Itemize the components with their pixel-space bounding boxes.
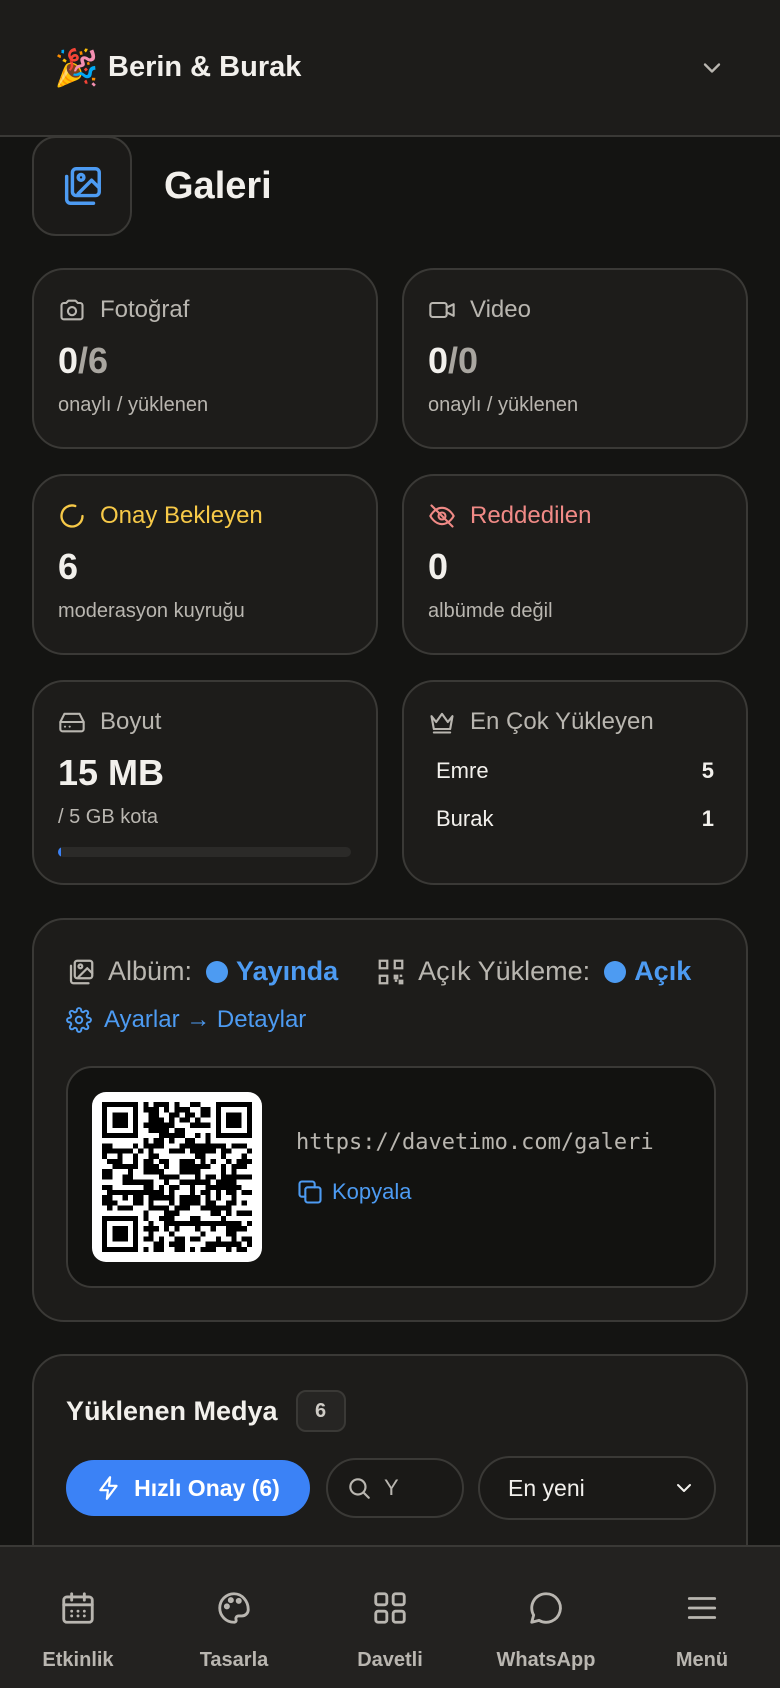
video-label: Video xyxy=(470,296,531,323)
eye-off-icon xyxy=(429,504,455,528)
nav-item-whatsapp[interactable]: WhatsApp xyxy=(468,1547,624,1688)
nav-label: Etkinlik xyxy=(42,1649,114,1671)
camera-icon xyxy=(60,299,84,321)
search-input[interactable] xyxy=(384,1475,444,1501)
pending-label: Onay Bekleyen xyxy=(100,502,263,529)
nav-label: Menü xyxy=(675,1649,729,1671)
gallery-icon xyxy=(69,959,94,984)
qr-code-image xyxy=(102,1102,252,1252)
uploader-row: Emre 5 xyxy=(436,758,714,783)
nav-item-tasarla[interactable]: Tasarla xyxy=(156,1547,312,1688)
video-camera-icon xyxy=(429,301,455,319)
hamburger-menu-icon xyxy=(687,1597,717,1619)
size-value: 15 MB xyxy=(58,752,165,793)
nav-item-etkinlik[interactable]: Etkinlik xyxy=(0,1547,156,1688)
rejected-count: 0 xyxy=(428,546,449,587)
page-title: Galeri xyxy=(164,164,272,207)
gallery-icon xyxy=(32,136,132,236)
size-quota: / 5 GB kota xyxy=(58,806,159,828)
open-upload-toggle[interactable]: Açık xyxy=(634,956,691,987)
album-status-toggle[interactable]: Yayında xyxy=(236,956,338,987)
nav-item-menu[interactable]: Menü xyxy=(624,1547,780,1688)
calendar-icon xyxy=(62,1592,94,1624)
nav-label: Davetli xyxy=(357,1649,423,1671)
album-status-dot xyxy=(206,960,229,983)
top-uploaders-card: En Çok Yükleyen Emre 5 Burak 1 xyxy=(402,680,748,885)
nav-label: WhatsApp xyxy=(496,1649,596,1671)
photo-sub: onaylı / yüklenen xyxy=(58,394,209,416)
top-uploaders-label: En Çok Yükleyen xyxy=(470,708,654,735)
album-card: Albüm: Yayında Açık Yükleme: Açık Ayarla… xyxy=(32,918,748,1322)
chevron-down-icon[interactable] xyxy=(698,54,726,82)
rejected-sub: albümde değil xyxy=(428,600,553,622)
copy-label: Kopyala xyxy=(332,1179,412,1204)
rejected-stat-card: Reddedilen 0 albümde değil xyxy=(402,474,748,655)
size-stat-card: Boyut 15 MB / 5 GB kota xyxy=(32,680,378,885)
album-status-line: Albüm: Yayında Açık Yükleme: Açık xyxy=(66,956,691,987)
photo-stat-card: Fotoğraf 0/6 onaylı / yüklenen xyxy=(32,268,378,449)
crown-icon xyxy=(430,712,454,734)
palette-icon xyxy=(218,1592,250,1624)
copy-icon xyxy=(298,1180,322,1204)
page-header: Galeri xyxy=(32,136,272,236)
nav-item-davetli[interactable]: Davetli xyxy=(312,1547,468,1688)
event-selector[interactable]: 🎉 Berin & Burak xyxy=(0,0,780,137)
qr-code[interactable] xyxy=(92,1092,262,1262)
media-count-badge: 6 xyxy=(295,1390,346,1432)
lightning-icon xyxy=(99,1476,118,1500)
video-count: 0/0 xyxy=(428,340,479,381)
quota-progress-bar xyxy=(58,847,351,857)
video-stat-card: Video 0/0 onaylı / yüklenen xyxy=(402,268,748,449)
event-name: Berin & Burak xyxy=(108,51,302,83)
hard-drive-icon xyxy=(59,712,85,733)
size-label: Boyut xyxy=(100,708,162,735)
fast-approve-label: Hızlı Onay (6) xyxy=(134,1474,280,1501)
party-popper-icon: 🎉 xyxy=(54,46,99,88)
album-label: Albüm: xyxy=(108,956,193,986)
qr-code-icon xyxy=(378,959,404,984)
sort-select[interactable]: En yeni xyxy=(478,1456,716,1520)
search-field[interactable] xyxy=(326,1458,464,1518)
pending-sub: moderasyon kuyruğu xyxy=(58,600,245,622)
nav-label: Tasarla xyxy=(199,1649,269,1671)
share-box: https://davetimo.com/galeri Kopyala xyxy=(66,1066,716,1288)
search-icon xyxy=(349,1478,370,1499)
photo-label: Fotoğraf xyxy=(100,296,190,323)
quota-progress-fill xyxy=(58,847,61,857)
pending-count: 6 xyxy=(58,546,79,587)
copy-button[interactable]: Kopyala xyxy=(296,1178,412,1206)
chat-bubble-icon xyxy=(530,1592,562,1624)
sort-selected-value: En yeni xyxy=(508,1474,585,1501)
loading-spinner-icon xyxy=(60,504,84,528)
share-url: https://davetimo.com/galeri xyxy=(296,1130,654,1155)
bottom-navigation: Etkinlik Tasarla Davetli WhatsApp Menü xyxy=(0,1545,780,1688)
settings-link-label: Ayarlar → Detaylar xyxy=(104,1006,307,1033)
open-upload-label: Açık Yükleme: xyxy=(418,956,591,986)
video-sub: onaylı / yüklenen xyxy=(428,394,579,416)
settings-link[interactable]: Ayarlar → Detaylar xyxy=(66,1006,306,1034)
open-upload-dot xyxy=(604,960,627,983)
photo-count: 0/6 xyxy=(58,340,109,381)
gear-icon xyxy=(66,1007,92,1033)
rejected-label: Reddedilen xyxy=(470,502,592,529)
fast-approve-button[interactable]: Hızlı Onay (6) xyxy=(66,1460,310,1516)
chevron-down-icon xyxy=(677,1484,691,1492)
media-title: Yüklenen Medya xyxy=(66,1395,278,1426)
uploader-row: Burak 1 xyxy=(436,806,714,831)
grid-icon xyxy=(374,1592,406,1624)
pending-stat-card: Onay Bekleyen 6 moderasyon kuyruğu xyxy=(32,474,378,655)
